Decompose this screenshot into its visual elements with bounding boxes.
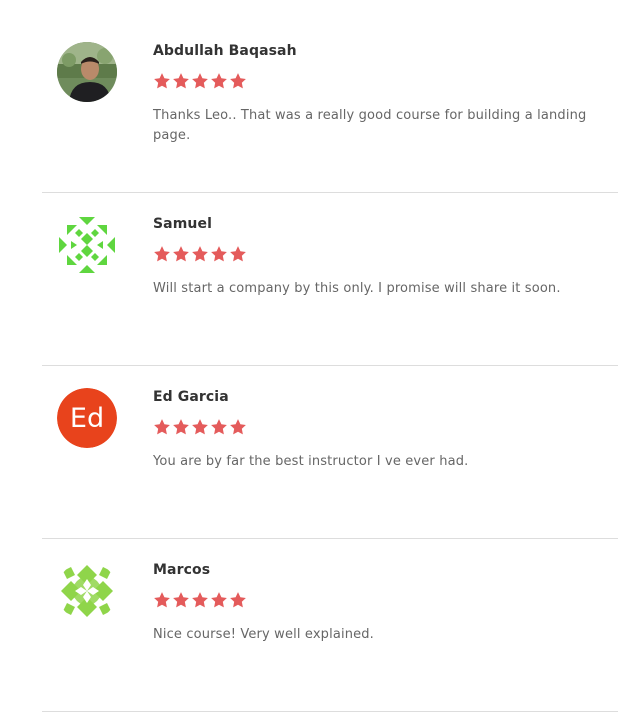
star-icon: [211, 419, 227, 435]
star-rating: [153, 72, 598, 90]
star-icon: [154, 246, 170, 262]
review-content: Samuel Will start a company by this only…: [153, 215, 598, 299]
review-item: Abdullah Baqasah Thanks Leo.. That was a…: [42, 20, 618, 193]
star-icon: [173, 419, 189, 435]
star-icon: [154, 73, 170, 89]
star-icon: [173, 592, 189, 608]
reviewer-name: Marcos: [153, 562, 211, 578]
star-icon: [211, 73, 227, 89]
star-icon: [173, 246, 189, 262]
reviewer-name: Samuel: [153, 216, 212, 232]
star-icon: [211, 246, 227, 262]
avatar: Ed: [57, 388, 117, 448]
review-item: Ed Ed Garcia You are by far the best ins…: [42, 366, 618, 539]
initials-avatar-icon: Ed: [57, 388, 117, 448]
review-comment: Nice course! Very well explained.: [153, 627, 374, 642]
star-icon: [230, 246, 246, 262]
review-item: Marcos Nice course! Very well explained.: [42, 539, 618, 712]
star-icon: [192, 592, 208, 608]
star-rating: [153, 418, 598, 436]
star-icon: [230, 73, 246, 89]
review-item: Samuel Will start a company by this only…: [42, 193, 618, 366]
star-icon: [192, 73, 208, 89]
avatar-photo-icon: [57, 42, 117, 102]
review-content: Abdullah Baqasah Thanks Leo.. That was a…: [153, 42, 598, 146]
review-content: Ed Garcia You are by far the best instru…: [153, 388, 598, 472]
identicon-icon: [57, 561, 117, 621]
star-icon: [154, 419, 170, 435]
star-icon: [192, 419, 208, 435]
star-icon: [230, 419, 246, 435]
review-content: Marcos Nice course! Very well explained.: [153, 561, 598, 645]
review-comment: You are by far the best instructor I ve …: [153, 454, 469, 469]
avatar: [57, 42, 117, 102]
reviews-list: Abdullah Baqasah Thanks Leo.. That was a…: [42, 20, 618, 712]
star-icon: [230, 592, 246, 608]
avatar-initials: Ed: [70, 403, 104, 434]
star-icon: [173, 73, 189, 89]
star-icon: [192, 246, 208, 262]
star-icon: [154, 592, 170, 608]
review-comment: Thanks Leo.. That was a really good cour…: [153, 108, 587, 143]
star-icon: [211, 592, 227, 608]
star-rating: [153, 591, 598, 609]
reviewer-name: Abdullah Baqasah: [153, 43, 297, 59]
avatar: [57, 215, 117, 275]
identicon-icon: [57, 215, 117, 275]
review-comment: Will start a company by this only. I pro…: [153, 281, 561, 296]
avatar: [57, 561, 117, 621]
reviewer-name: Ed Garcia: [153, 389, 229, 405]
star-rating: [153, 245, 598, 263]
